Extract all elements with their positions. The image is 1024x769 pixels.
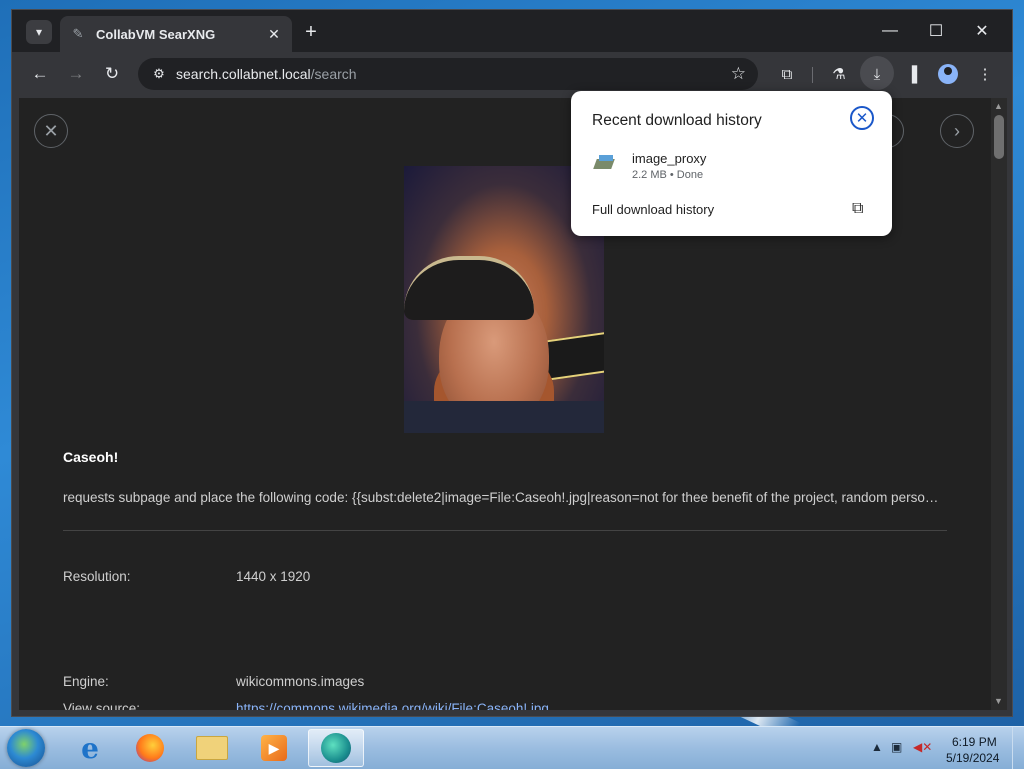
open-external-icon[interactable]: ⧉: [852, 200, 863, 218]
media-player-icon[interactable]: ▶: [246, 729, 302, 767]
taskbar: e ▶ ▲ ▣ ◀✕ 6:19 PM 5/19/2024: [0, 726, 1024, 769]
address-bar[interactable]: ⚙ search.collabnet.local/search ☆: [138, 58, 758, 90]
minimize-icon[interactable]: —: [870, 16, 910, 46]
back-arrow-icon[interactable]: ←: [27, 61, 53, 87]
tab-active[interactable]: ✎ CollabVM SearXNG ✕: [60, 16, 292, 52]
tab-close-icon[interactable]: ✕: [264, 24, 284, 44]
file-type-icon: [593, 155, 615, 171]
scroll-thumb[interactable]: [994, 115, 1004, 159]
page-scrollbar[interactable]: ▲ ▼: [991, 98, 1007, 710]
address-url[interactable]: search.collabnet.local/search: [176, 66, 357, 82]
labs-flask-icon[interactable]: ⚗: [826, 61, 852, 87]
download-arrow-icon[interactable]: ⤓: [864, 61, 890, 87]
clock-time[interactable]: 6:19 PM: [952, 735, 997, 749]
file-explorer-folder-icon[interactable]: [184, 729, 240, 767]
browser-toolbar: ← → ↻ ⚙ search.collabnet.local/search ☆ …: [12, 52, 1012, 96]
firefox-icon[interactable]: [122, 729, 178, 767]
show-desktop-button[interactable]: [1012, 727, 1024, 769]
download-file-meta: 2.2 MB • Done: [632, 169, 704, 181]
reload-icon[interactable]: ↻: [99, 61, 125, 87]
forward-arrow-icon[interactable]: →: [63, 61, 89, 87]
scroll-up-arrow-icon[interactable]: ▲: [994, 101, 1003, 111]
tab-search-chevron-icon[interactable]: ▾: [26, 20, 52, 44]
result-description: requests subpage and place the following…: [63, 490, 943, 505]
view-source-link[interactable]: https://commons.wikimedia.org/wiki/File:…: [236, 701, 549, 710]
maximize-icon[interactable]: ☐: [916, 16, 956, 46]
volume-muted-icon[interactable]: ◀✕: [913, 740, 932, 754]
start-button[interactable]: [7, 729, 45, 767]
clock-date[interactable]: 5/19/2024: [946, 751, 999, 765]
site-info-tune-icon[interactable]: ⚙: [148, 66, 170, 82]
title-bar: ▾ ✎ CollabVM SearXNG ✕ + — ☐ ✕: [12, 10, 1012, 52]
internet-explorer-icon[interactable]: e: [62, 729, 118, 767]
extensions-puzzle-icon[interactable]: ⧉: [774, 61, 800, 87]
next-result-chevron-icon[interactable]: ›: [940, 114, 974, 148]
view-source-label: View source:: [63, 701, 141, 710]
download-file-name[interactable]: image_proxy: [632, 151, 706, 166]
download-history-popup: Recent download history ✕ image_proxy 2.…: [571, 91, 892, 236]
side-panel-icon[interactable]: ▐: [899, 61, 925, 87]
edge-browser-icon[interactable]: [308, 729, 364, 767]
popup-close-icon[interactable]: ✕: [850, 106, 874, 130]
result-divider: [63, 530, 947, 531]
photo-shirt: [404, 401, 604, 433]
show-hidden-icons-arrow-icon[interactable]: ▲: [871, 740, 883, 754]
full-download-history-link[interactable]: Full download history: [592, 202, 714, 217]
new-tab-plus-icon[interactable]: +: [300, 21, 322, 43]
menu-kebab-icon[interactable]: ⋮: [972, 61, 998, 87]
bookmark-star-icon[interactable]: ☆: [731, 64, 746, 84]
scroll-down-arrow-icon[interactable]: ▼: [994, 696, 1003, 706]
network-icon[interactable]: ▣: [891, 740, 902, 754]
searxng-favicon-icon: ✎: [72, 26, 84, 41]
engine-value: wikicommons.images: [236, 674, 365, 689]
profile-avatar-icon[interactable]: [938, 64, 958, 84]
photo-cap: [404, 256, 534, 320]
resolution-label: Resolution:: [63, 569, 131, 584]
tab-title: CollabVM SearXNG: [96, 26, 216, 42]
close-detail-icon[interactable]: ✕: [34, 114, 68, 148]
close-window-icon[interactable]: ✕: [962, 16, 1002, 46]
resolution-value: 1440 x 1920: [236, 569, 311, 584]
result-title: Caseoh!: [63, 449, 119, 465]
engine-label: Engine:: [63, 674, 109, 689]
toolbar-separator: [812, 67, 813, 83]
download-popup-title: Recent download history: [592, 112, 762, 129]
